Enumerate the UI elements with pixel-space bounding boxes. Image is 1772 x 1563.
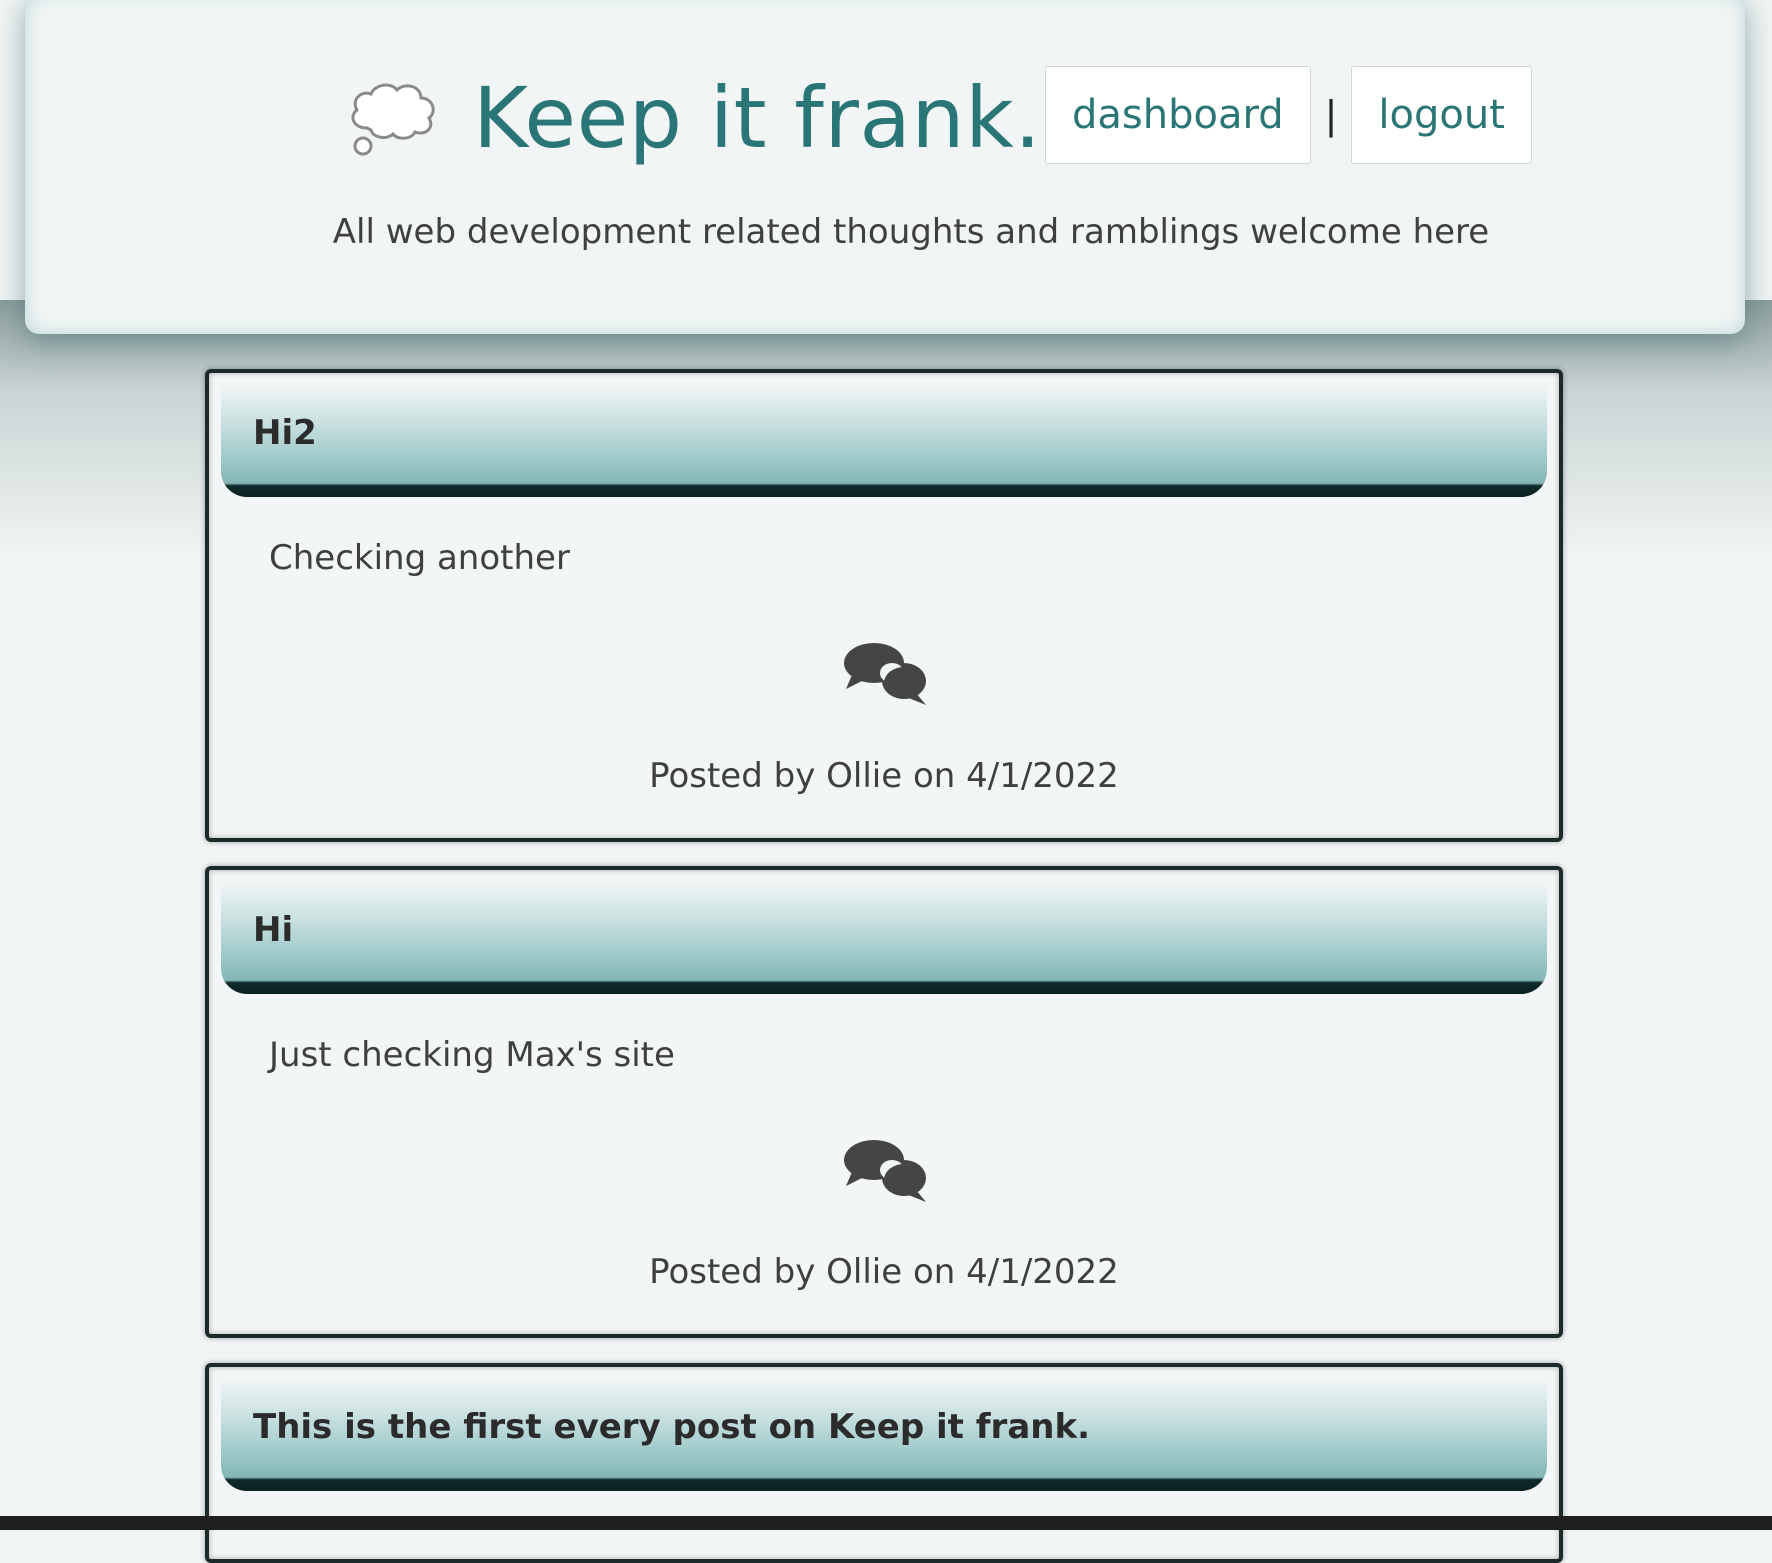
tagline: All web development related thoughts and…: [332, 212, 1490, 252]
post-card: Hi Just checking Max's site Posted by Ol…: [205, 866, 1563, 1338]
post-card: This is the first every post on Keep it …: [205, 1363, 1563, 1563]
post-title[interactable]: This is the first every post on Keep it …: [253, 1377, 1090, 1477]
post-header[interactable]: Hi: [221, 880, 1547, 994]
post-header[interactable]: This is the first every post on Keep it …: [221, 1377, 1547, 1491]
post-body: Just checking Max's site: [269, 1035, 675, 1075]
comments-icon[interactable]: [842, 639, 928, 707]
post-title[interactable]: Hi2: [253, 383, 317, 483]
brand[interactable]: Keep it frank.: [345, 76, 1041, 160]
dashboard-button[interactable]: dashboard: [1045, 66, 1311, 164]
post-meta: Posted by Ollie on 4/1/2022: [649, 756, 1119, 796]
top-nav: dashboard | logout: [1045, 66, 1532, 164]
post-body: Checking another: [269, 538, 570, 578]
post-title[interactable]: Hi: [253, 880, 293, 980]
logout-button[interactable]: logout: [1351, 66, 1532, 164]
post-meta: Posted by Ollie on 4/1/2022: [649, 1252, 1119, 1292]
thought-bubble-icon: [351, 83, 435, 156]
site-title: Keep it frank.: [473, 69, 1042, 167]
post-card: Hi2 Checking another Posted by Ollie on …: [205, 369, 1563, 842]
comments-icon[interactable]: [842, 1136, 928, 1204]
nav-separator: |: [1324, 93, 1338, 137]
post-header[interactable]: Hi2: [221, 383, 1547, 497]
site-header: Keep it frank. dashboard | logout All we…: [25, 0, 1745, 334]
taskbar-strip: [0, 1516, 1772, 1530]
